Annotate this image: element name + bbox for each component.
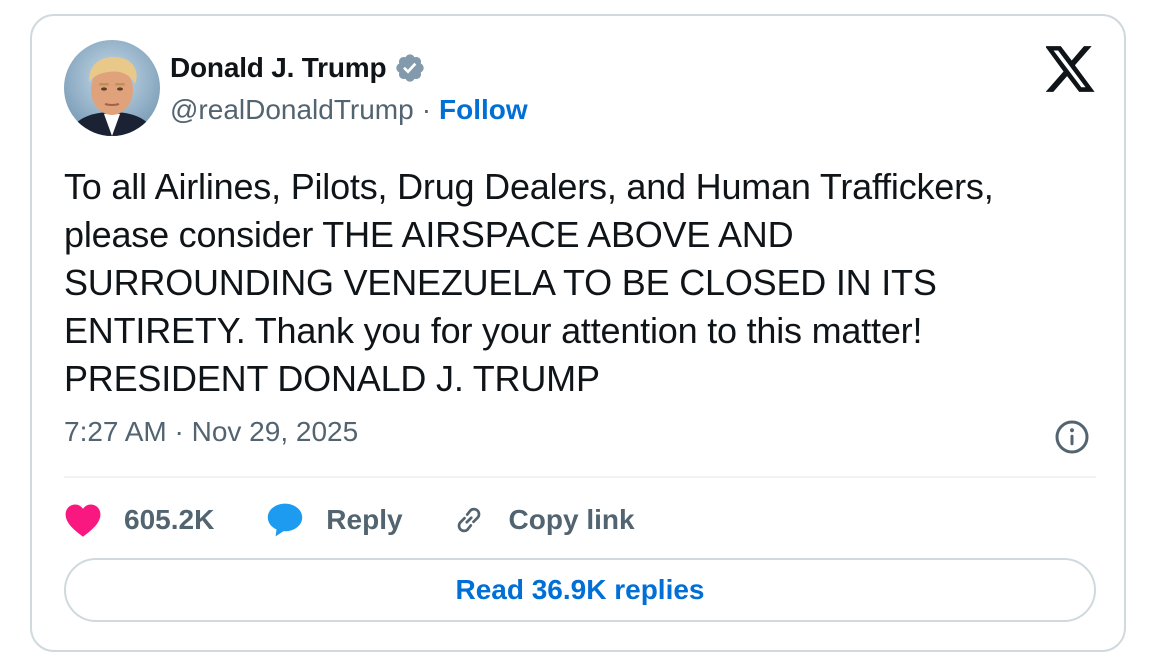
author-handle[interactable]: @realDonaldTrump — [170, 94, 414, 126]
tweet-embed-card: Donald J. Trump @realDonaldTrump · Follo… — [30, 14, 1126, 652]
link-icon — [451, 502, 487, 538]
author-handle-row: @realDonaldTrump · Follow — [170, 92, 528, 128]
action-bar: 605.2K Reply Copy link — [64, 498, 635, 542]
tweet-timestamp[interactable]: 7:27 AM · Nov 29, 2025 — [64, 416, 358, 448]
divider — [64, 476, 1096, 478]
author-name[interactable]: Donald J. Trump — [170, 52, 387, 84]
copy-link-button[interactable]: Copy link — [451, 502, 635, 538]
verified-badge-icon[interactable] — [394, 52, 426, 84]
author-name-row: Donald J. Trump — [170, 50, 426, 86]
follow-button[interactable]: Follow — [439, 94, 528, 126]
copy-link-label: Copy link — [508, 504, 635, 535]
reply-bubble-icon — [266, 502, 304, 538]
read-replies-button[interactable]: Read 36.9K replies — [64, 558, 1096, 622]
reply-label: Reply — [326, 504, 403, 535]
x-logo-icon[interactable] — [1044, 46, 1096, 92]
reply-button[interactable]: Reply — [266, 502, 403, 538]
info-icon[interactable] — [1054, 419, 1090, 455]
like-count: 605.2K — [124, 504, 215, 535]
handle-separator: · — [421, 94, 432, 125]
avatar[interactable] — [64, 40, 160, 136]
tweet-text: To all Airlines, Pilots, Drug Dealers, a… — [64, 166, 994, 399]
like-button[interactable]: 605.2K — [64, 502, 214, 538]
heart-icon — [64, 502, 102, 538]
